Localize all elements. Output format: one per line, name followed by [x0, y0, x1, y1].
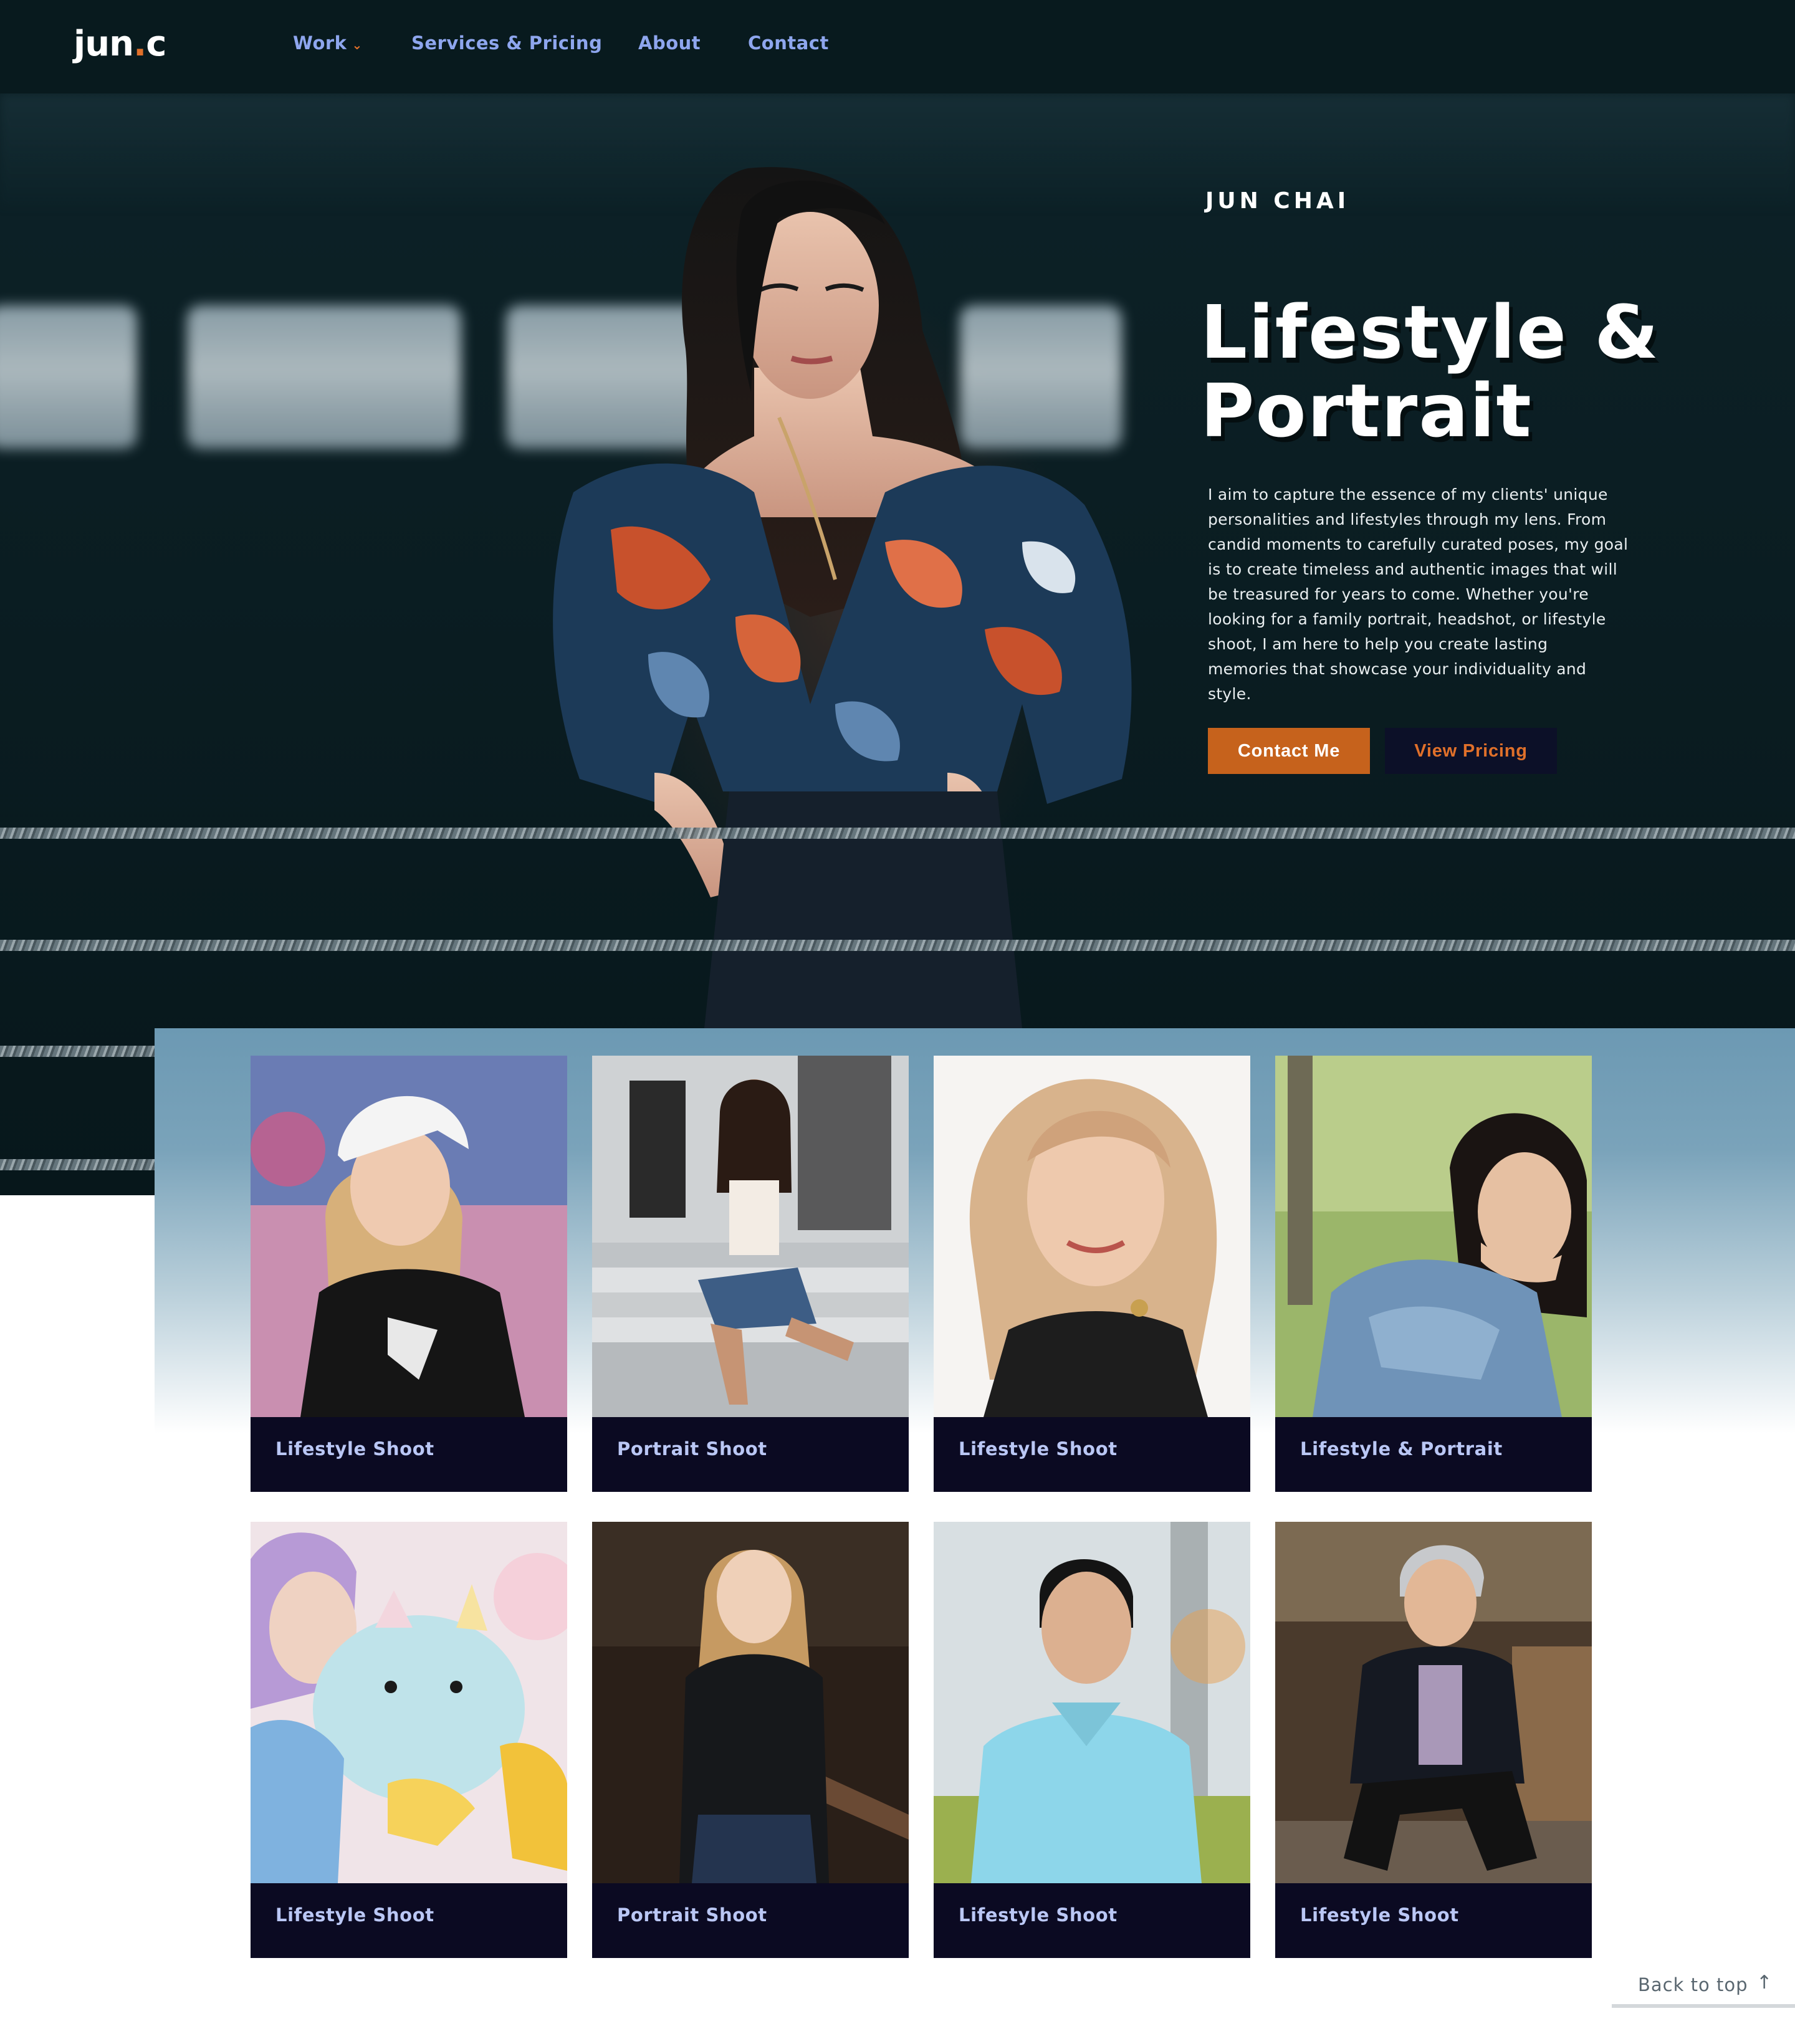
card-caption: Lifestyle Shoot — [959, 1904, 1118, 1926]
contact-me-button[interactable]: Contact Me — [1208, 728, 1370, 774]
gallery-photo — [251, 1056, 567, 1417]
card-caption: Portrait Shoot — [617, 1904, 767, 1926]
nav-item-label: Work — [293, 32, 347, 54]
gallery-photo — [1275, 1056, 1592, 1417]
background-window — [0, 305, 137, 449]
background-window — [187, 305, 461, 449]
site-logo[interactable]: jun.c — [74, 24, 166, 64]
railing-bar — [0, 940, 1795, 951]
card-caption: Lifestyle Shoot — [959, 1438, 1118, 1459]
card-caption: Lifestyle Shoot — [275, 1438, 434, 1459]
gallery-card[interactable]: Lifestyle Shoot — [1275, 1522, 1592, 1958]
gallery-card[interactable]: Lifestyle Shoot — [251, 1522, 567, 1958]
top-navigation: jun.c Work ⌄ Services & Pricing About Con… — [0, 0, 1795, 93]
logo-text-tail: c — [146, 24, 166, 64]
gallery-photo — [592, 1056, 909, 1417]
gallery-card[interactable]: Lifestyle Shoot — [934, 1522, 1250, 1958]
back-to-top-link[interactable]: Back to top ↑ — [1612, 1967, 1795, 2010]
chevron-down-icon: ⌄ — [352, 37, 363, 52]
gallery-card[interactable]: Lifestyle & Portrait — [1275, 1056, 1592, 1492]
back-to-top-underline — [1612, 2004, 1795, 2008]
card-caption: Lifestyle & Portrait — [1300, 1438, 1503, 1459]
gallery-photo — [934, 1522, 1250, 1883]
gallery-card[interactable]: Lifestyle Shoot — [934, 1056, 1250, 1492]
hero-title: Lifestyle & Portrait — [1200, 289, 1660, 454]
gallery-photo — [592, 1522, 909, 1883]
hero-section: JUN CHAI Lifestyle & Portrait I aim to c… — [0, 0, 1795, 1195]
gallery-card[interactable]: Lifestyle Shoot — [251, 1056, 567, 1492]
nav-item-contact[interactable]: Contact — [748, 32, 829, 54]
arrow-up-icon: ↑ — [1756, 1972, 1773, 1994]
card-caption: Lifestyle Shoot — [1300, 1904, 1459, 1926]
nav-item-services-pricing[interactable]: Services & Pricing — [411, 32, 602, 54]
gallery-photo — [934, 1056, 1250, 1417]
hero-model-photo — [553, 167, 1132, 1028]
logo-text: jun — [74, 24, 134, 64]
card-caption: Lifestyle Shoot — [275, 1904, 434, 1926]
logo-dot: . — [133, 24, 146, 64]
card-caption: Portrait Shoot — [617, 1438, 767, 1459]
nav-item-work[interactable]: Work ⌄ — [293, 32, 363, 54]
gallery-photo — [1275, 1522, 1592, 1883]
gallery-card[interactable]: Portrait Shoot — [592, 1522, 909, 1958]
gallery-photo — [251, 1522, 567, 1883]
railing-bar — [0, 828, 1795, 839]
view-pricing-button[interactable]: View Pricing — [1385, 728, 1557, 774]
back-to-top-label: Back to top — [1638, 1974, 1748, 1995]
hero-description: I aim to capture the essence of my clien… — [1208, 485, 1629, 703]
hero-name: JUN CHAI — [1205, 188, 1350, 214]
nav-item-about[interactable]: About — [638, 32, 701, 54]
gallery-card[interactable]: Portrait Shoot — [592, 1056, 909, 1492]
